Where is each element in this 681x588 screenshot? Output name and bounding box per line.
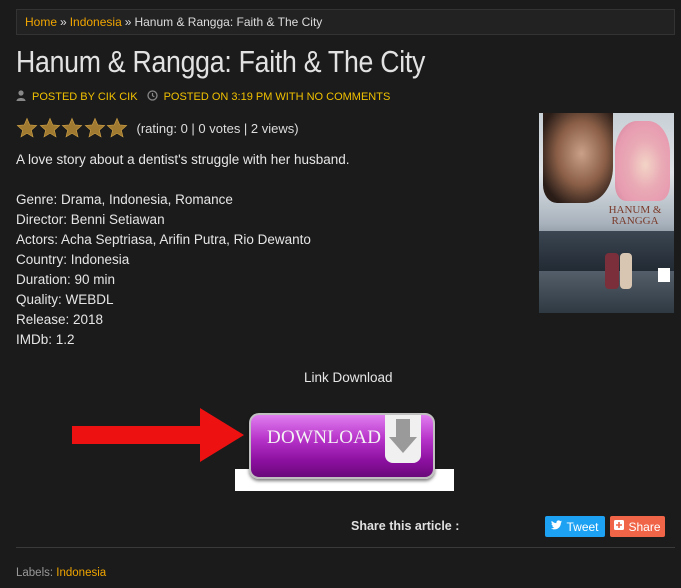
posted-on: POSTED ON 3:19 PM WITH NO COMMENTS bbox=[163, 91, 391, 103]
detail-quality: Quality: WEBDL bbox=[16, 292, 114, 307]
download-button-wrap: DOWNLOAD bbox=[235, 413, 454, 491]
breadcrumb-current: Hanum & Rangga: Faith & The City bbox=[134, 15, 323, 29]
poster-actor bbox=[543, 113, 613, 203]
star-icon[interactable] bbox=[16, 117, 38, 139]
poster-qr-code bbox=[658, 268, 670, 282]
detail-actors: Actors: Acha Septriasa, Arifin Putra, Ri… bbox=[16, 232, 311, 247]
poster-actress bbox=[615, 121, 670, 201]
rating: (rating: 0 | 0 votes | 2 views) bbox=[16, 117, 299, 139]
poster-figure bbox=[605, 253, 619, 289]
detail-duration: Duration: 90 min bbox=[16, 272, 116, 287]
breadcrumb-category-link[interactable]: Indonesia bbox=[70, 15, 122, 29]
poster-title: HANUM & RANGGA bbox=[608, 204, 662, 227]
star-icon[interactable] bbox=[39, 117, 61, 139]
breadcrumb-home-link[interactable]: Home bbox=[25, 15, 57, 29]
detail-release: Release: 2018 bbox=[16, 312, 104, 327]
rating-text: (rating: 0 | 0 votes | 2 views) bbox=[136, 120, 299, 136]
user-icon bbox=[16, 90, 26, 104]
download-arrow-icon bbox=[385, 415, 421, 463]
share-label: Share this article : bbox=[351, 519, 460, 533]
breadcrumb-separator: » bbox=[60, 15, 67, 29]
post-description: A love story about a dentist's struggle … bbox=[16, 152, 350, 167]
star-icon[interactable] bbox=[61, 117, 83, 139]
post-body: A love story about a dentist's struggle … bbox=[16, 150, 350, 350]
post-meta: POSTED BY CIK CIK POSTED ON 3:19 PM WITH… bbox=[16, 90, 399, 104]
link-download-label: Link Download bbox=[304, 370, 393, 385]
red-arrow-icon bbox=[72, 408, 244, 462]
detail-country: Country: Indonesia bbox=[16, 252, 130, 267]
poster-figure bbox=[620, 253, 632, 289]
twitter-bird-icon bbox=[551, 520, 563, 533]
tweet-label: Tweet bbox=[566, 519, 599, 534]
detail-imdb: IMDb: 1.2 bbox=[16, 332, 75, 347]
star-icon[interactable] bbox=[106, 117, 128, 139]
download-button[interactable]: DOWNLOAD bbox=[249, 413, 435, 479]
download-button-label: DOWNLOAD bbox=[267, 427, 382, 448]
label-link-indonesia[interactable]: Indonesia bbox=[56, 567, 106, 579]
plus-icon bbox=[614, 520, 625, 533]
divider bbox=[16, 547, 675, 548]
detail-genre: Genre: Drama, Indonesia, Romance bbox=[16, 192, 233, 207]
share-button-label: Share bbox=[628, 519, 661, 534]
breadcrumb-separator: » bbox=[124, 15, 132, 29]
post-labels: Labels: Indonesia bbox=[16, 567, 106, 579]
movie-poster: HANUM & RANGGA bbox=[539, 113, 674, 313]
share-button[interactable]: Share bbox=[610, 516, 665, 537]
page-title: Hanum & Rangga: Faith & The City bbox=[16, 44, 426, 79]
breadcrumb: Home» Indonesia» Hanum & Rangga: Faith & T… bbox=[16, 9, 675, 35]
posted-by: POSTED BY CIK CIK bbox=[32, 91, 138, 103]
labels-prefix: Labels: bbox=[16, 567, 54, 579]
tweet-button[interactable]: Tweet bbox=[545, 516, 605, 537]
clock-icon bbox=[146, 90, 158, 104]
star-icon[interactable] bbox=[84, 117, 106, 139]
detail-director: Director: Benni Setiawan bbox=[16, 212, 165, 227]
star-rating[interactable] bbox=[16, 117, 129, 139]
